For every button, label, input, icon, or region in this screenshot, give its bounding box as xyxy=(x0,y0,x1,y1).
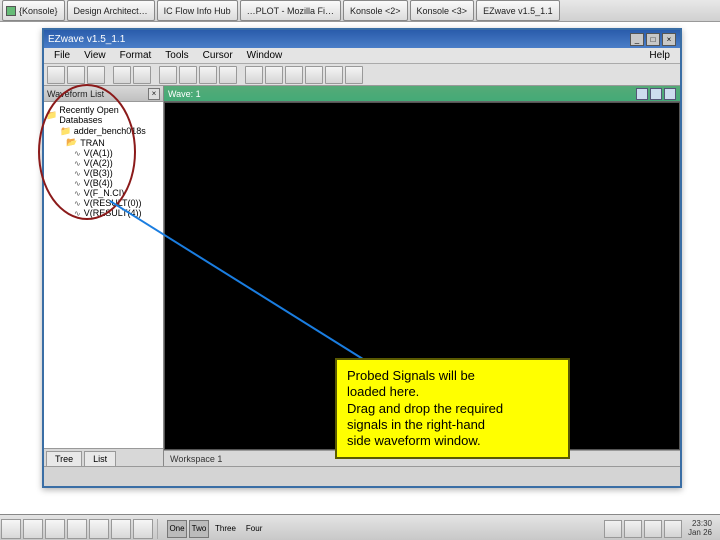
tab-tree[interactable]: Tree xyxy=(46,451,82,466)
tree-root[interactable]: 📁 Recently Open Databases xyxy=(46,104,161,126)
panel-tabs: Tree List xyxy=(44,448,163,466)
pager-label[interactable]: Four xyxy=(242,524,266,533)
toolbar-button[interactable] xyxy=(199,66,217,84)
wave-max-button[interactable] xyxy=(650,88,662,100)
toolbar-button[interactable] xyxy=(285,66,303,84)
pager-cell[interactable]: One xyxy=(167,520,187,538)
tray-icon[interactable] xyxy=(604,520,622,538)
task-button[interactable]: Design Architect… xyxy=(67,0,155,21)
tray-icon[interactable] xyxy=(664,520,682,538)
signal-list-panel: Waveform List × 📁 Recently Open Database… xyxy=(44,86,164,466)
start-button[interactable] xyxy=(1,519,21,539)
tab-list[interactable]: List xyxy=(84,451,116,466)
launcher-button[interactable] xyxy=(133,519,153,539)
launcher-button[interactable] xyxy=(23,519,43,539)
toolbar xyxy=(44,64,680,86)
tray-icon[interactable] xyxy=(624,520,642,538)
toolbar-button[interactable] xyxy=(265,66,283,84)
task-button[interactable]: …PLOT - Mozilla Fi… xyxy=(240,0,341,21)
wave-close-button[interactable] xyxy=(664,88,676,100)
launcher-button[interactable] xyxy=(45,519,65,539)
titlebar[interactable]: EZwave v1.5_1.1 _ □ × xyxy=(44,30,680,48)
status-bar xyxy=(44,466,680,486)
desktop-pager[interactable]: One Two Three Four xyxy=(167,520,266,538)
toolbar-button[interactable] xyxy=(245,66,263,84)
panel-title: Waveform List × xyxy=(44,86,163,102)
wave-min-button[interactable] xyxy=(636,88,648,100)
task-button[interactable]: Konsole <2> xyxy=(343,0,408,21)
tray-icon[interactable] xyxy=(644,520,662,538)
signal-item[interactable]: ∿V(RESULT(0)) xyxy=(46,198,161,208)
signal-icon: ∿ xyxy=(74,149,81,158)
menu-format[interactable]: Format xyxy=(114,50,158,61)
task-button[interactable]: EZwave v1.5_1.1 xyxy=(476,0,560,21)
signal-item[interactable]: ∿V(A(2)) xyxy=(46,158,161,168)
pager-label[interactable]: Three xyxy=(211,524,240,533)
toolbar-button[interactable] xyxy=(47,66,65,84)
signal-item[interactable]: ∿V(B(4)) xyxy=(46,178,161,188)
toolbar-button[interactable] xyxy=(325,66,343,84)
menu-help[interactable]: Help xyxy=(643,50,676,61)
toolbar-button[interactable] xyxy=(133,66,151,84)
signal-item[interactable]: ∿V(F_N.CI) xyxy=(46,188,161,198)
menubar: File View Format Tools Cursor Window Hel… xyxy=(44,48,680,64)
toolbar-button[interactable] xyxy=(113,66,131,84)
signal-item[interactable]: ∿V(B(3)) xyxy=(46,168,161,178)
desktop-taskbar: {Konsole} Design Architect… IC Flow Info… xyxy=(0,0,720,22)
signal-icon: ∿ xyxy=(74,159,81,168)
signal-tree[interactable]: 📁 Recently Open Databases 📁 adder_bench0… xyxy=(44,102,163,448)
toolbar-button[interactable] xyxy=(219,66,237,84)
menu-view[interactable]: View xyxy=(78,50,112,61)
wave-header[interactable]: Wave: 1 xyxy=(164,86,680,102)
menu-file[interactable]: File xyxy=(48,50,76,61)
clock[interactable]: 23:30 Jan 26 xyxy=(684,520,716,538)
task-button[interactable]: IC Flow Info Hub xyxy=(157,0,238,21)
panel-close-button[interactable]: × xyxy=(148,88,160,100)
tree-db[interactable]: 📁 adder_bench018s xyxy=(46,126,161,137)
menu-cursor[interactable]: Cursor xyxy=(197,50,239,61)
signal-icon: ∿ xyxy=(74,209,81,218)
signal-icon: ∿ xyxy=(74,199,81,208)
launcher-button[interactable] xyxy=(67,519,87,539)
launcher-button[interactable] xyxy=(89,519,109,539)
menu-tools[interactable]: Tools xyxy=(159,50,194,61)
signal-item[interactable]: ∿V(A(1)) xyxy=(46,148,161,158)
task-button[interactable]: {Konsole} xyxy=(2,0,65,21)
close-button[interactable]: × xyxy=(662,33,676,46)
signal-icon: ∿ xyxy=(74,169,81,178)
toolbar-button[interactable] xyxy=(159,66,177,84)
minimize-button[interactable]: _ xyxy=(630,33,644,46)
toolbar-button[interactable] xyxy=(87,66,105,84)
toolbar-button[interactable] xyxy=(67,66,85,84)
toolbar-button[interactable] xyxy=(305,66,323,84)
desktop-bottom-taskbar: One Two Three Four 23:30 Jan 26 xyxy=(0,514,720,540)
window-title: EZwave v1.5_1.1 xyxy=(48,34,125,45)
launcher-button[interactable] xyxy=(111,519,131,539)
toolbar-button[interactable] xyxy=(179,66,197,84)
signal-icon: ∿ xyxy=(74,179,81,188)
annotation-box: Probed Signals will be loaded here. Drag… xyxy=(335,358,570,459)
signal-icon: ∿ xyxy=(74,189,81,198)
toolbar-button[interactable] xyxy=(345,66,363,84)
pager-cell[interactable]: Two xyxy=(189,520,209,538)
task-button[interactable]: Konsole <3> xyxy=(410,0,475,21)
menu-window[interactable]: Window xyxy=(241,50,289,61)
maximize-button[interactable]: □ xyxy=(646,33,660,46)
tree-analysis[interactable]: 📂 TRAN xyxy=(46,137,161,148)
signal-item[interactable]: ∿V(RESULT(4)) xyxy=(46,208,161,218)
